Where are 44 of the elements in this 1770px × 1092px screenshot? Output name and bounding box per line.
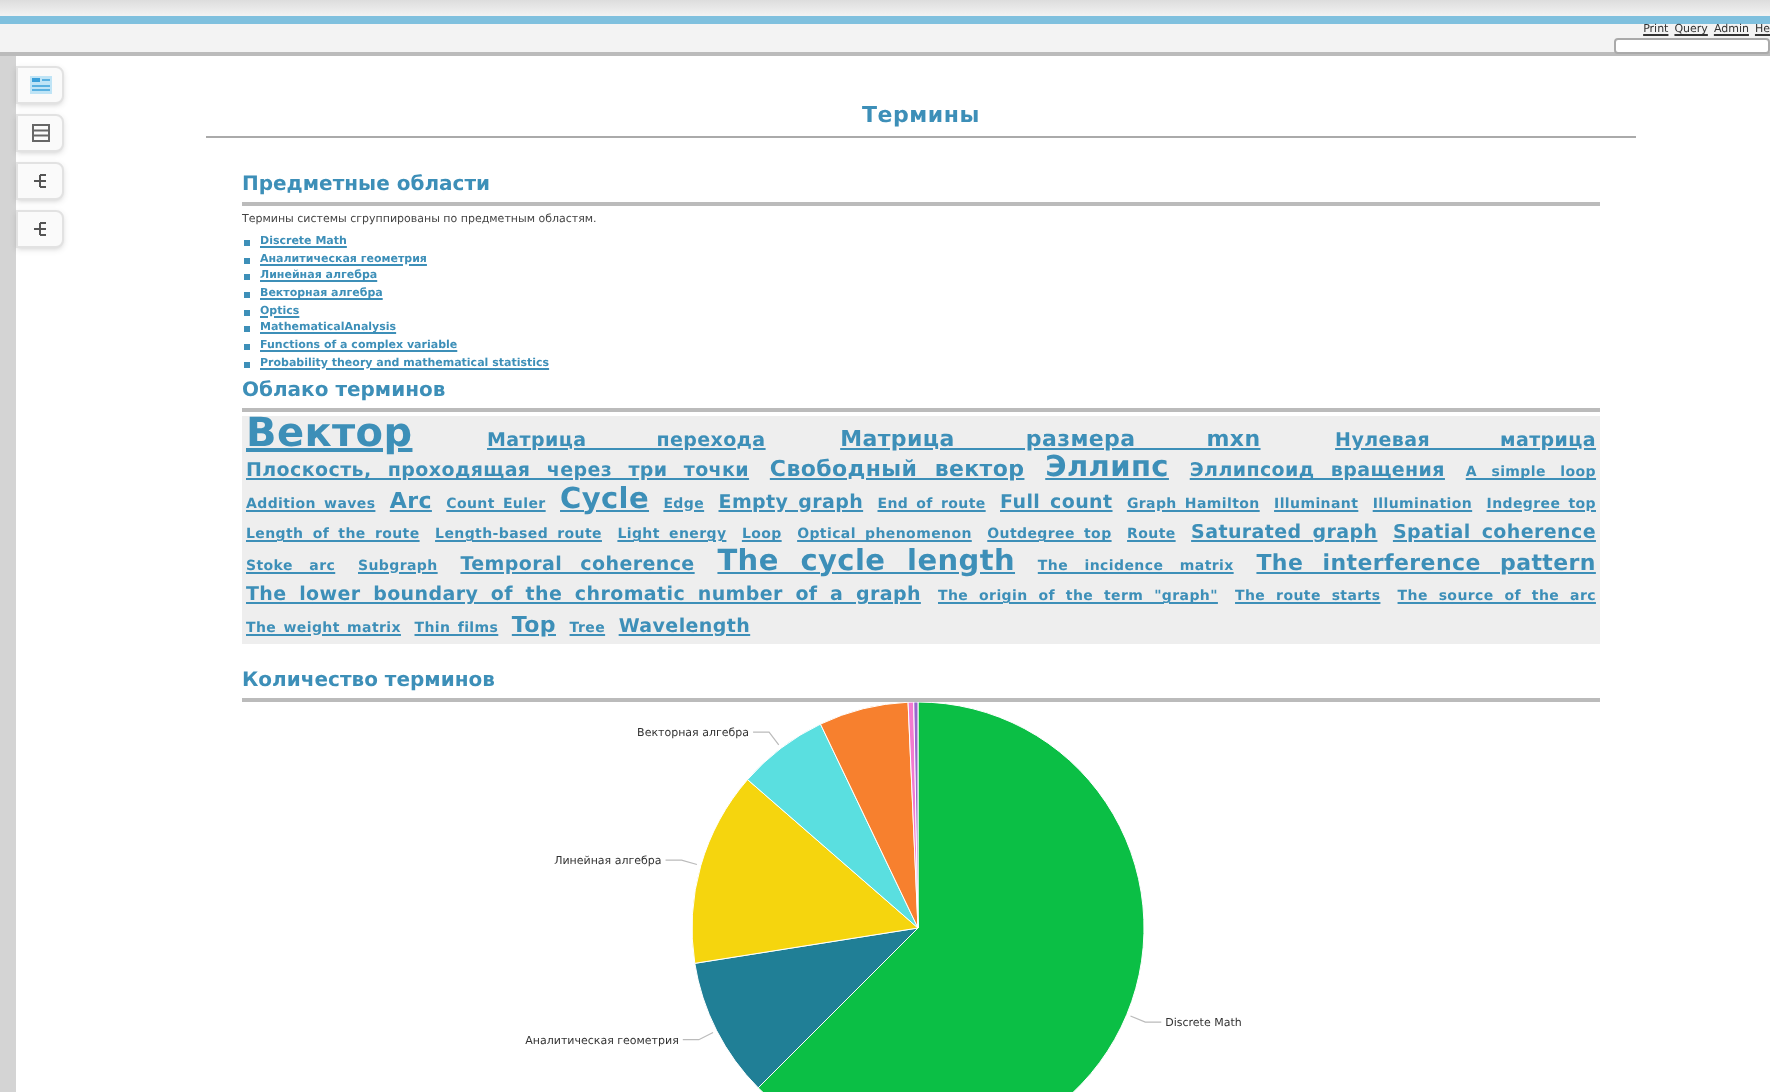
cloud-term-link[interactable]: Full count	[1000, 491, 1113, 513]
bullet-icon	[244, 274, 250, 281]
cloud-term-link[interactable]: Saturated graph	[1191, 522, 1378, 544]
cloud-term-link[interactable]: The interference pattern	[1256, 549, 1596, 575]
bullet-icon	[244, 257, 250, 264]
section-heading: Количество терминов	[242, 668, 497, 696]
list-icon	[31, 124, 49, 142]
cloud-term-link[interactable]: Empty graph	[718, 491, 864, 513]
leader-line	[664, 859, 698, 866]
tree-icon	[31, 220, 49, 238]
cloud-term-link[interactable]: Матрица размера mxn	[840, 425, 1261, 451]
cloud-term-link[interactable]: Эллипс	[1045, 452, 1169, 484]
cloud-term-link[interactable]: Spatial coherence	[1392, 522, 1596, 544]
leader-line	[682, 1031, 714, 1041]
tree-button[interactable]	[16, 210, 64, 248]
cloud-term-link[interactable]: Top	[511, 611, 556, 637]
page-title: Термины	[861, 102, 980, 130]
tree-icon	[31, 172, 49, 190]
bullet-icon	[244, 291, 250, 298]
search-field[interactable]	[1614, 38, 1770, 54]
bullet-icon	[244, 326, 250, 333]
leader-line	[1129, 1015, 1162, 1023]
bullet-icon	[244, 343, 250, 350]
bullet-icon	[244, 361, 250, 368]
cloud-term-link[interactable]: Плоскость, проходящая через три точки	[246, 460, 750, 482]
cloud-term-link[interactable]: Нулевая матрица	[1335, 429, 1597, 451]
cloud-term-link[interactable]: Эллипсоид вращения	[1189, 460, 1445, 482]
cloud-term-link[interactable]: Свободный вектор	[769, 456, 1025, 482]
cloud-term-link[interactable]: The cycle length	[717, 545, 1016, 577]
list-button[interactable]	[16, 114, 64, 152]
cloud-term-link[interactable]: Вектор	[246, 407, 413, 455]
tree-button[interactable]	[16, 162, 64, 200]
cloud-term-link[interactable]: The lower boundary of the chromatic number of a graph	[246, 584, 921, 606]
section-heading: Предметные области	[242, 172, 493, 200]
cloud-term-link[interactable]: Wavelength	[618, 615, 751, 637]
document-icon	[29, 76, 51, 94]
cloud-term-link[interactable]: Матрица перехода	[487, 429, 766, 451]
leader-line	[752, 731, 780, 746]
bullet-icon	[244, 309, 250, 316]
bullet-icon	[244, 239, 250, 246]
cloud-term-link[interactable]: Arc	[389, 487, 432, 513]
section-heading: Облако терминов	[242, 377, 448, 405]
cloud-term-link[interactable]: Temporal coherence	[460, 553, 695, 575]
cloud-term-link[interactable]: Cycle	[560, 483, 650, 515]
